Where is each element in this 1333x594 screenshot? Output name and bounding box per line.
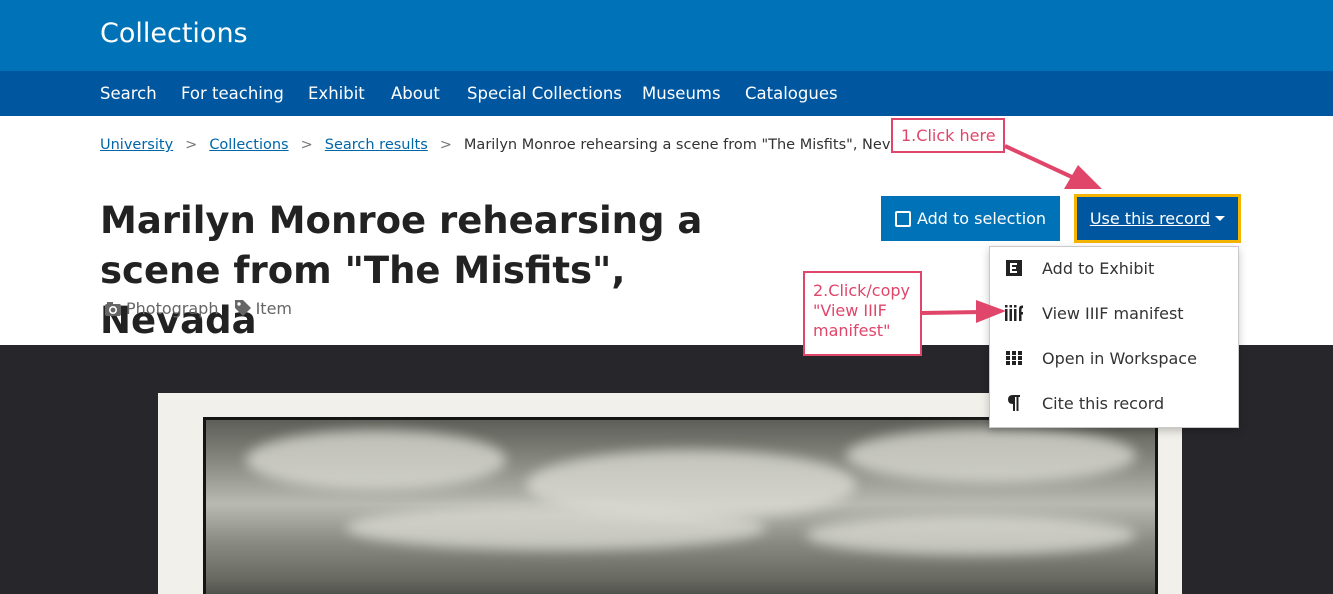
photo-cloud [846,428,1136,483]
breadcrumb-search-results[interactable]: Search results [325,137,428,153]
tag-icon [234,300,251,316]
nav-special-collections[interactable]: Special Collections [467,84,622,103]
annotation-step-1-text: 1.Click here [901,126,996,145]
photo-cloud [246,430,506,490]
breadcrumb-collections[interactable]: Collections [209,137,288,153]
page-title-line-2: scene from "The Misfits", Nevada [100,249,626,342]
menu-view-iiif-manifest[interactable]: View IIIF manifest [990,292,1238,336]
photograph-type: Photograph [104,299,224,318]
breadcrumb-current: Marilyn Monroe rehearsing a scene from "… [463,137,918,153]
annotation-step-2-line-1: 2.Click/copy [813,281,910,300]
breadcrumb-university[interactable]: University [100,137,173,153]
caret-down-icon [1215,216,1226,221]
main-nav: Search For teaching Exhibit About Specia… [0,71,1333,116]
photo-image [203,417,1158,594]
nav-about[interactable]: About [391,84,440,103]
page-title: Marilyn Monroe rehearsing a scene from "… [100,196,740,346]
annotation-arrow-1 [1004,144,1102,189]
photo-cloud [806,515,1136,555]
menu-label: View IIIF manifest [1042,304,1184,323]
add-to-selection-button[interactable]: Add to selection [881,196,1060,241]
record-type: Photograph [126,299,219,318]
photo-cloud [346,505,766,550]
camera-icon [105,302,121,316]
nav-search[interactable]: Search [100,84,157,103]
menu-label: Cite this record [1042,394,1165,413]
record-meta: Photograph Item [104,299,292,318]
pilcrow-icon [1004,393,1024,413]
breadcrumb: University > Collections > Search results > Ma… [100,137,917,153]
use-record-dropdown: Add to Exhibit View IIIF manifest Open i… [989,246,1239,428]
annotation-step-2: 2.Click/copy "View IIIF manifest" [803,271,922,356]
site-header: Collections [0,0,1333,71]
exhibit-icon [1004,258,1024,278]
iiif-icon [1004,303,1024,323]
item-level: Item [234,299,292,318]
page-title-line-1: Marilyn Monroe rehearsing a [100,199,703,242]
menu-label: Open in Workspace [1042,349,1197,368]
grid-icon [1004,348,1024,368]
annotation-step-1: 1.Click here [891,118,1005,153]
nav-for-teaching[interactable]: For teaching [181,84,284,103]
menu-open-in-workspace[interactable]: Open in Workspace [990,337,1238,381]
use-this-record-button[interactable]: Use this record [1074,194,1241,243]
nav-exhibit[interactable]: Exhibit [308,84,365,103]
record-level: Item [255,299,292,318]
menu-add-to-exhibit[interactable]: Add to Exhibit [990,247,1238,291]
use-this-record-label: Use this record [1089,209,1211,228]
checkbox-icon [894,210,911,227]
breadcrumb-separator: > [300,137,313,153]
nav-catalogues[interactable]: Catalogues [745,84,838,103]
annotation-step-2-line-2: "View IIIF [813,301,887,320]
site-brand[interactable]: Collections [100,18,248,49]
nav-museums[interactable]: Museums [642,84,721,103]
menu-cite-this-record[interactable]: Cite this record [990,382,1238,426]
annotation-step-2-line-3: manifest" [813,321,891,340]
breadcrumb-separator: > [185,137,198,153]
menu-label: Add to Exhibit [1042,259,1155,278]
add-to-selection-label: Add to selection [916,209,1047,228]
breadcrumb-separator: > [439,137,452,153]
